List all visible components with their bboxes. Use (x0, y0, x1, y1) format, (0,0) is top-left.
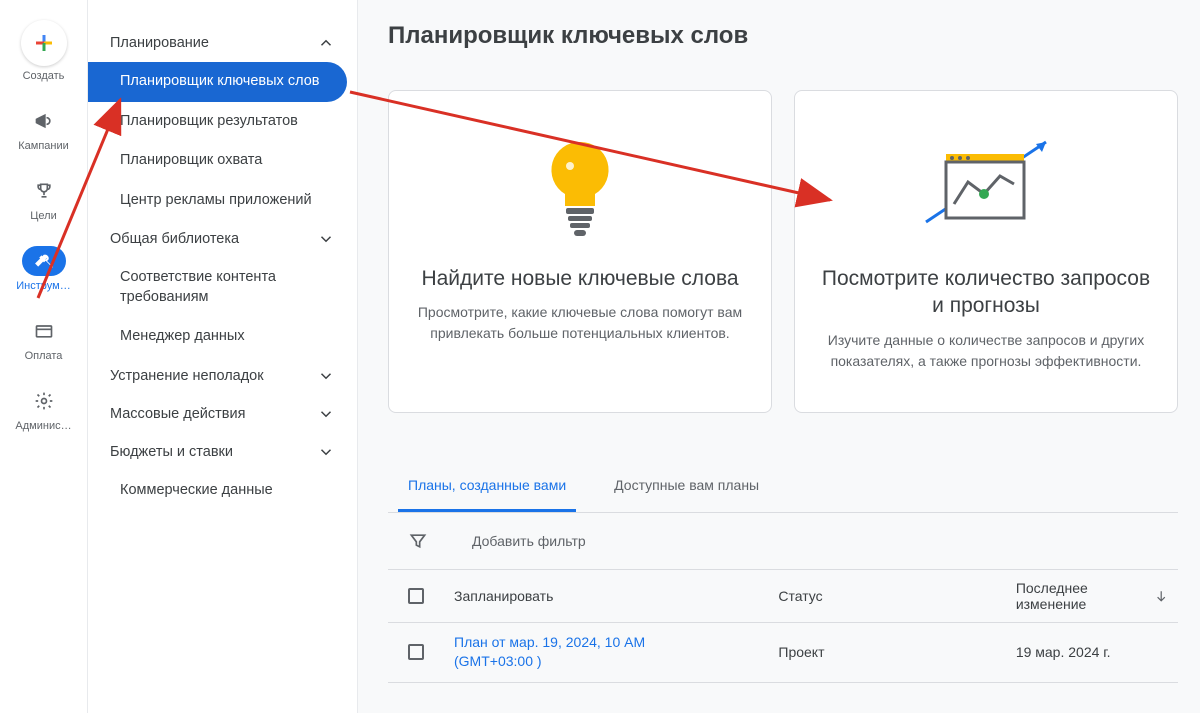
row-checkbox[interactable] (408, 644, 424, 660)
card-forecast[interactable]: Посмотрите количество запросов и прогноз… (794, 90, 1178, 413)
nav-reach-planner[interactable]: Планировщик охвата (88, 141, 357, 181)
rail-admin[interactable]: Админис… (0, 382, 87, 436)
lightbulb-illustration (415, 127, 745, 247)
rail-create[interactable]: Создать (0, 16, 87, 86)
chevron-down-icon (317, 230, 335, 248)
chevron-down-icon (317, 443, 335, 461)
nav-section-shared-library[interactable]: Общая библиотека (88, 220, 357, 258)
chart-illustration (821, 127, 1151, 247)
filter-label: Добавить фильтр (472, 533, 586, 549)
select-all-checkbox[interactable] (408, 588, 424, 604)
card-forecast-title: Посмотрите количество запросов и прогноз… (821, 265, 1151, 320)
card-forecast-desc: Изучите данные о количестве запросов и д… (821, 330, 1151, 372)
rail-campaigns[interactable]: Кампании (0, 102, 87, 156)
nav-section-budgets[interactable]: Бюджеты и ставки (88, 433, 357, 471)
nav-performance-planner[interactable]: Планировщик результатов (88, 102, 357, 142)
filter-row[interactable]: Добавить фильтр (388, 513, 1178, 569)
plans-table: Запланировать Статус Последнее изменение… (388, 569, 1178, 683)
plan-name-line1: План от мар. 19, 2024, 10 AM (454, 633, 758, 653)
plus-icon (32, 31, 56, 55)
filter-icon (408, 531, 428, 551)
arrow-down-icon (1154, 588, 1168, 604)
tab-your-plans[interactable]: Планы, созданные вами (398, 461, 576, 512)
card-discover-title: Найдите новые ключевые слова (415, 265, 745, 292)
nav-planning-label: Планирование (110, 35, 209, 51)
tab-shared-plans[interactable]: Доступные вам планы (604, 461, 769, 512)
table-header-row: Запланировать Статус Последнее изменение (388, 570, 1178, 623)
cards-row: Найдите новые ключевые слова Просмотрите… (388, 90, 1178, 413)
megaphone-icon (34, 111, 54, 131)
gear-icon (34, 391, 54, 411)
chevron-down-icon (317, 405, 335, 423)
rail-tools[interactable]: Инструм… (0, 242, 87, 296)
rail-goals[interactable]: Цели (0, 172, 87, 226)
nav-troubleshoot-label: Устранение неполадок (110, 368, 264, 384)
card-discover-desc: Просмотрите, какие ключевые слова помогу… (415, 302, 745, 344)
rail-create-label: Создать (8, 70, 80, 82)
page-title: Планировщик ключевых слов (388, 22, 1178, 50)
rail-payment[interactable]: Оплата (0, 312, 87, 366)
nav-section-planning[interactable]: Планирование (88, 24, 357, 62)
chevron-down-icon (317, 367, 335, 385)
plan-name-line2: (GMT+03:00 ) (454, 652, 758, 672)
tools-icon (34, 251, 54, 271)
nav-policy[interactable]: Соответствие контента требованиям (88, 258, 357, 317)
rail-admin-label: Админис… (8, 420, 80, 432)
nav-bulk-label: Массовые действия (110, 406, 245, 422)
card-icon (34, 321, 54, 341)
trophy-icon (34, 181, 54, 201)
nav-shared-library-label: Общая библиотека (110, 231, 239, 247)
main-content: Планировщик ключевых слов Найдите новые … (358, 0, 1200, 713)
th-last-modified[interactable]: Последнее изменение (1006, 580, 1178, 612)
nav-budgets-label: Бюджеты и ставки (110, 444, 233, 460)
side-nav: Планирование Планировщик ключевых слов П… (88, 0, 358, 713)
plan-link[interactable]: План от мар. 19, 2024, 10 AM (GMT+03:00 … (454, 633, 758, 672)
rail-tools-label: Инструм… (8, 280, 80, 292)
chevron-up-icon (317, 34, 335, 52)
th-plan[interactable]: Запланировать (444, 588, 768, 604)
nav-commercial[interactable]: Коммерческие данные (88, 471, 357, 511)
left-rail: Создать Кампании Цели Инструм… (0, 0, 88, 713)
nav-app-hub[interactable]: Центр рекламы приложений (88, 181, 357, 221)
plans-tabs: Планы, созданные вами Доступные вам план… (388, 461, 1178, 513)
nav-section-troubleshoot[interactable]: Устранение неполадок (88, 357, 357, 395)
nav-keyword-planner[interactable]: Планировщик ключевых слов (88, 62, 347, 102)
plan-status: Проект (768, 644, 1005, 660)
nav-section-bulk[interactable]: Массовые действия (88, 395, 357, 433)
th-status[interactable]: Статус (768, 588, 1005, 604)
nav-data-manager[interactable]: Менеджер данных (88, 317, 357, 357)
table-row: План от мар. 19, 2024, 10 AM (GMT+03:00 … (388, 623, 1178, 683)
card-discover-keywords[interactable]: Найдите новые ключевые слова Просмотрите… (388, 90, 772, 413)
rail-goals-label: Цели (8, 210, 80, 222)
rail-payment-label: Оплата (8, 350, 80, 362)
rail-campaigns-label: Кампании (8, 140, 80, 152)
plan-modified: 19 мар. 2024 г. (1006, 644, 1178, 660)
create-button[interactable] (21, 20, 67, 66)
